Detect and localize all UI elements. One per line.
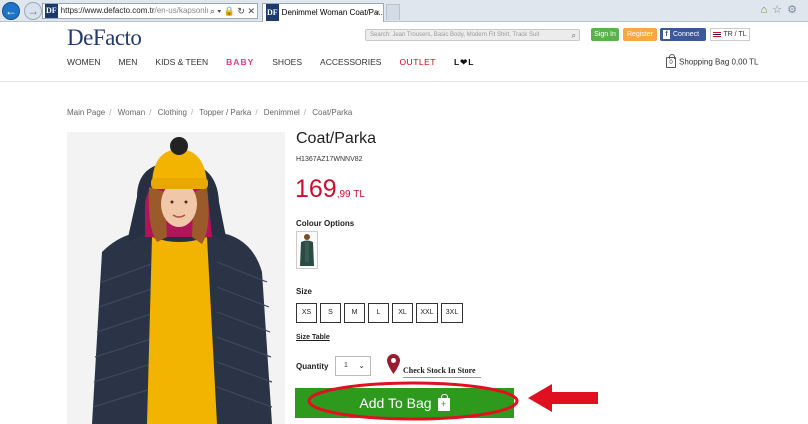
sign-in-button[interactable]: Sign In bbox=[591, 28, 619, 41]
menu-item-accessories[interactable]: ACCESSORIES bbox=[320, 57, 381, 71]
breadcrumb-item[interactable]: Denimmel bbox=[264, 108, 300, 117]
size-option-3xl[interactable]: 3XL bbox=[441, 303, 463, 323]
chevron-down-icon: ⌄ bbox=[358, 361, 365, 370]
shopping-bag-label: Shopping Bag 0,00 TL bbox=[679, 57, 759, 67]
quantity-label: Quantity bbox=[296, 362, 329, 371]
check-stock-link[interactable]: Check Stock In Store bbox=[403, 366, 476, 375]
breadcrumb-item[interactable]: Coat/Parka bbox=[312, 108, 352, 117]
language-selector[interactable]: TR / TL bbox=[710, 28, 750, 41]
tab-close-icon[interactable]: × bbox=[375, 4, 380, 21]
size-option-xs[interactable]: XS bbox=[296, 303, 317, 323]
colour-swatch[interactable] bbox=[296, 231, 318, 269]
browser-tab[interactable]: DF Denimmel Woman Coat/Pa... × bbox=[262, 3, 384, 22]
new-tab-button[interactable] bbox=[386, 4, 400, 20]
menu-item-outlet[interactable]: OUTLET bbox=[399, 57, 436, 71]
address-bar-icons[interactable]: ⌕ ▾ 🔒 ↻ ✕ bbox=[207, 4, 255, 18]
size-table-link[interactable]: Size Table bbox=[296, 334, 330, 341]
breadcrumb: Main Page / Woman / Clothing / Topper / Par… bbox=[67, 108, 353, 117]
add-to-bag-button[interactable]: Add To Bag + bbox=[295, 388, 514, 418]
map-pin-icon[interactable] bbox=[387, 354, 400, 374]
product-title: Coat/Parka bbox=[296, 130, 377, 147]
shopping-bag-icon: 0 bbox=[666, 54, 676, 68]
facebook-icon: f bbox=[663, 30, 670, 39]
menu-item-men[interactable]: MEN bbox=[119, 57, 138, 71]
size-label: Size bbox=[296, 287, 313, 296]
register-button[interactable]: Register bbox=[623, 28, 657, 41]
main-menu: WOMEN MEN KIDS & TEEN BABY SHOES ACCESSO… bbox=[67, 57, 474, 71]
flag-icon bbox=[713, 31, 722, 37]
tab-favicon: DF bbox=[266, 4, 279, 21]
tab-title: Denimmel Woman Coat/Pa... bbox=[281, 8, 384, 17]
browser-toolbar: ← → DF https://www.defacto.com.tr/en-us/k… bbox=[0, 0, 808, 22]
size-options: XS S M L XL XXL 3XL bbox=[296, 303, 463, 323]
url-host: https://www.defacto.com.tr bbox=[60, 6, 155, 15]
colour-options-label: Colour Options bbox=[296, 219, 355, 228]
search-input[interactable]: Search: Jean Trousers, Basic Body, Moder… bbox=[365, 29, 580, 41]
site-logo[interactable]: DeFacto bbox=[67, 25, 142, 51]
menu-item-lol[interactable]: L❤L bbox=[454, 57, 475, 71]
price-main: 169 bbox=[295, 175, 337, 203]
forward-button[interactable]: → bbox=[24, 2, 42, 20]
language-label: TR / TL bbox=[723, 31, 747, 38]
size-option-s[interactable]: S bbox=[320, 303, 341, 323]
address-bar[interactable]: DF https://www.defacto.com.tr/en-us/kapso… bbox=[42, 3, 258, 19]
window-tool-icons[interactable]: ⌂☆⚙ bbox=[761, 3, 802, 16]
quantity-value: 1 bbox=[344, 362, 348, 369]
product-price: 169,99 TL bbox=[295, 175, 365, 204]
breadcrumb-item[interactable]: Topper / Parka bbox=[199, 108, 251, 117]
product-photo-illustration bbox=[67, 132, 285, 424]
facebook-connect-button[interactable]: f Connect bbox=[660, 28, 706, 41]
search-icon[interactable]: ⌕ bbox=[572, 30, 576, 41]
back-button[interactable]: ← bbox=[2, 2, 20, 20]
price-fraction: ,99 TL bbox=[336, 189, 365, 200]
menu-item-baby[interactable]: BABY bbox=[226, 57, 254, 71]
size-option-m[interactable]: M bbox=[344, 303, 365, 323]
breadcrumb-item[interactable]: Woman bbox=[118, 108, 145, 117]
product-code: H1367AZ17WNNV82 bbox=[296, 156, 363, 163]
menu-item-shoes[interactable]: SHOES bbox=[272, 57, 302, 71]
quantity-select[interactable]: 1 ⌄ bbox=[335, 356, 371, 376]
breadcrumb-item[interactable]: Main Page bbox=[67, 108, 105, 117]
search-placeholder: Search: Jean Trousers, Basic Body, Moder… bbox=[370, 32, 540, 38]
menu-item-kids-teen[interactable]: KIDS & TEEN bbox=[155, 57, 208, 71]
bag-plus-icon: + bbox=[437, 393, 450, 411]
size-option-l[interactable]: L bbox=[368, 303, 389, 323]
site-favicon: DF bbox=[45, 4, 58, 18]
add-to-bag-label: Add To Bag bbox=[359, 395, 432, 411]
size-option-xxl[interactable]: XXL bbox=[416, 303, 438, 323]
product-image[interactable] bbox=[67, 132, 285, 424]
menu-item-women[interactable]: WOMEN bbox=[67, 57, 101, 71]
breadcrumb-item[interactable]: Clothing bbox=[158, 108, 187, 117]
annotation-arrow-icon bbox=[528, 384, 598, 412]
facebook-connect-label: Connect bbox=[673, 31, 700, 38]
shopping-bag-link[interactable]: 0 Shopping Bag 0,00 TL bbox=[666, 54, 759, 68]
check-stock-underline bbox=[403, 377, 481, 378]
size-option-xl[interactable]: XL bbox=[392, 303, 413, 323]
colour-swatch-thumbnail bbox=[297, 232, 317, 268]
header-divider bbox=[0, 81, 808, 82]
